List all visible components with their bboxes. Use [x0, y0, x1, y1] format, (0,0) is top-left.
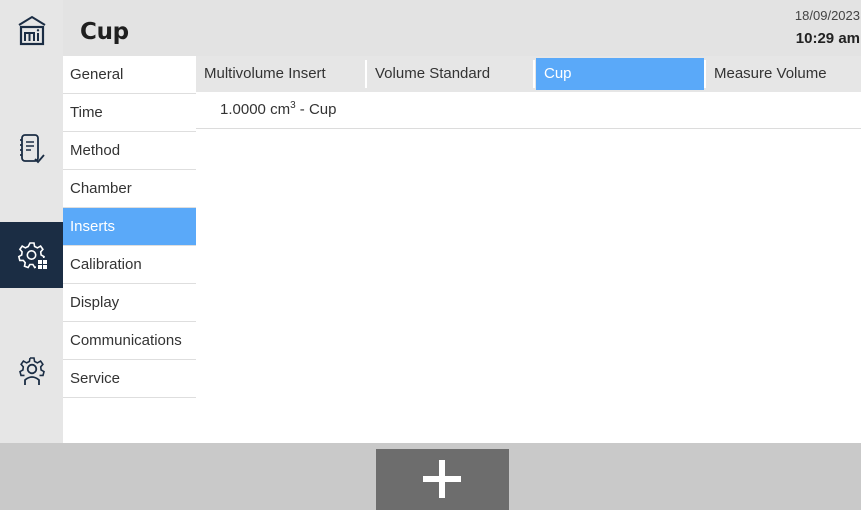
insert-tabs: Multivolume Insert Volume Standard Cup M… [196, 56, 861, 92]
date-display: 18/09/2023 [794, 8, 860, 23]
add-button[interactable] [376, 449, 509, 510]
page-title: Cup [80, 19, 129, 45]
tab-measure-volume[interactable]: Measure Volume [706, 58, 861, 90]
home-button[interactable] [0, 6, 63, 56]
side-rail [0, 0, 63, 443]
user-settings-button[interactable] [0, 346, 63, 396]
menu-item-chamber[interactable]: Chamber [63, 170, 196, 208]
list-item-text: 1.0000 cm3 - Cup [220, 100, 336, 118]
menu-item-display[interactable]: Display [63, 284, 196, 322]
list-item[interactable]: 1.0000 cm3 - Cup [196, 92, 861, 129]
tab-multivolume-insert[interactable]: Multivolume Insert [196, 58, 365, 90]
menu-item-calibration[interactable]: Calibration [63, 246, 196, 284]
user-settings-icon [18, 357, 45, 385]
methods-button[interactable] [0, 124, 63, 174]
tab-cup[interactable]: Cup [536, 58, 704, 90]
volume-unit: cm3 [270, 100, 296, 118]
tab-volume-standard[interactable]: Volume Standard [367, 58, 533, 90]
menu-item-general[interactable]: General [63, 56, 196, 94]
settings-menu: General Time Method Chamber Inserts Cali… [63, 56, 196, 398]
menu-item-communications[interactable]: Communications [63, 322, 196, 360]
header: Cup 18/09/2023 10:29 am [63, 0, 861, 56]
time-display: 10:29 am [795, 30, 860, 47]
menu-item-time[interactable]: Time [63, 94, 196, 132]
home-logo-icon [17, 15, 46, 46]
footer-bar [0, 443, 861, 510]
checklist-icon [19, 134, 45, 164]
settings-grid-icon [17, 242, 48, 270]
menu-item-service[interactable]: Service [63, 360, 196, 398]
insert-name: - Cup [299, 101, 337, 118]
menu-item-method[interactable]: Method [63, 132, 196, 170]
instrument-settings-button[interactable] [0, 222, 63, 288]
menu-item-inserts[interactable]: Inserts [63, 208, 196, 246]
volume-value: 1.0000 [220, 101, 266, 118]
tab-divider [533, 60, 535, 88]
